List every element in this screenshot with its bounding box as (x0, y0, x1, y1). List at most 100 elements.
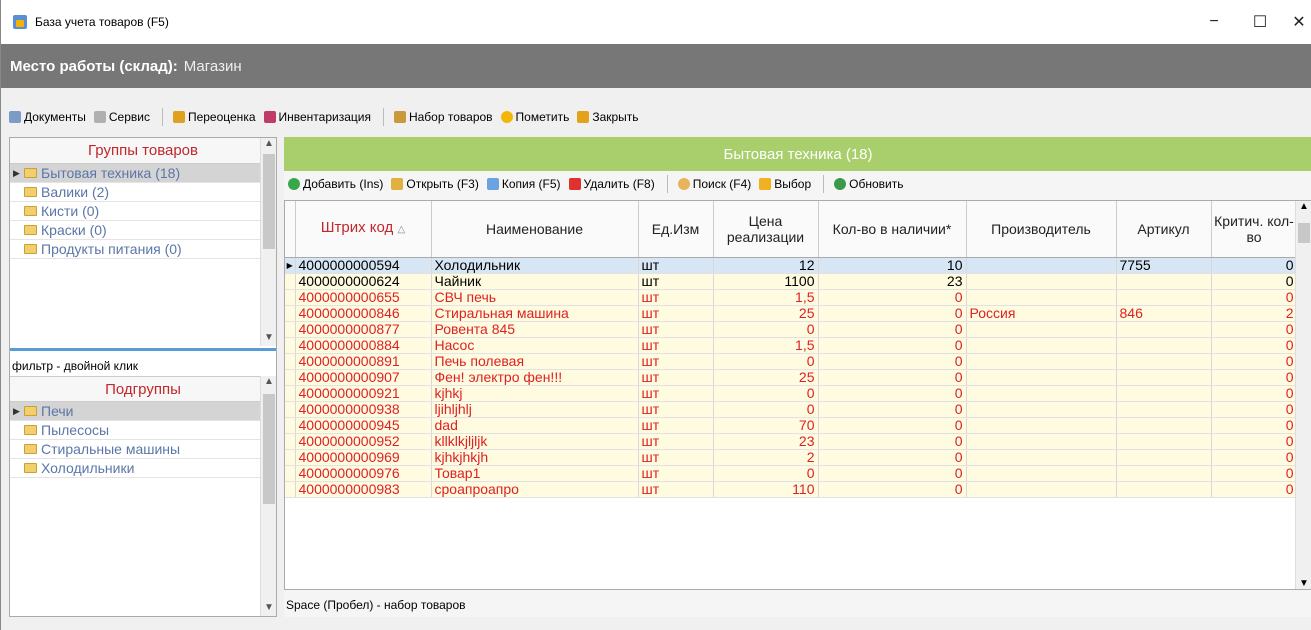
revaluation-button[interactable]: Переоценка (172, 110, 256, 124)
mark-button[interactable]: Пометить (500, 110, 569, 124)
cell-barcode[interactable]: 4000000000877 (295, 321, 432, 338)
cell-maker[interactable] (966, 337, 1117, 354)
cell-article[interactable] (1116, 481, 1212, 498)
cell-article[interactable] (1116, 337, 1212, 354)
cell-price[interactable]: 110 (713, 481, 819, 498)
column-header-name[interactable]: Наименование (431, 201, 639, 258)
cell-barcode[interactable]: 4000000000976 (295, 465, 432, 482)
table-row[interactable]: 4000000000969 kjhkjhkjh шт 2 0 0 (285, 449, 1298, 466)
cell-barcode[interactable]: 4000000000945 (295, 417, 432, 434)
cell-barcode[interactable]: 4000000000907 (295, 369, 432, 386)
table-row[interactable]: 4000000000624 Чайник шт 1100 23 0 (285, 273, 1298, 290)
cell-qty[interactable]: 0 (818, 305, 967, 322)
cell-qty[interactable]: 0 (818, 289, 967, 306)
group-item[interactable]: Валики (2) (10, 183, 276, 202)
scroll-down-icon[interactable]: ▼ (261, 332, 277, 346)
close-button[interactable]: Закрыть (577, 110, 639, 124)
cell-barcode[interactable]: 4000000000938 (295, 401, 432, 418)
cell-qty[interactable]: 0 (818, 417, 967, 434)
refresh-button[interactable]: Обновить (834, 177, 904, 191)
cell-barcode[interactable]: 4000000000952 (295, 433, 432, 450)
cell-unit[interactable]: шт (638, 257, 714, 274)
table-row[interactable]: ▶ 4000000000594 Холодильник шт 12 10 7755 0 (285, 257, 1298, 274)
cell-name[interactable]: Товар1 (431, 465, 639, 482)
cell-critical[interactable]: 0 (1211, 385, 1298, 402)
cell-critical[interactable]: 0 (1211, 433, 1298, 450)
cell-qty[interactable]: 23 (818, 273, 967, 290)
cell-article[interactable]: 7755 (1116, 257, 1212, 274)
cell-barcode[interactable]: 4000000000884 (295, 337, 432, 354)
cell-price[interactable]: 1100 (713, 273, 819, 290)
inventory-button[interactable]: Инвентаризация (263, 110, 371, 124)
table-row[interactable]: 4000000000884 Насос шт 1,5 0 0 (285, 337, 1298, 354)
cell-critical[interactable]: 0 (1211, 401, 1298, 418)
cell-unit[interactable]: шт (638, 417, 714, 434)
cell-barcode[interactable]: 4000000000594 (295, 257, 432, 274)
cell-unit[interactable]: шт (638, 305, 714, 322)
cell-barcode[interactable]: 4000000000891 (295, 353, 432, 370)
cell-critical[interactable]: 0 (1211, 353, 1298, 370)
table-row[interactable]: 4000000000983 сроапроапро шт 110 0 0 (285, 481, 1298, 498)
scroll-down-icon[interactable]: ▼ (261, 602, 277, 616)
subgroup-item[interactable]: Холодильники (10, 459, 276, 478)
cell-qty[interactable]: 0 (818, 465, 967, 482)
cell-maker[interactable] (966, 353, 1117, 370)
scroll-up-icon[interactable]: ▲ (261, 138, 277, 152)
column-header-maker[interactable]: Производитель (966, 201, 1117, 258)
cell-price[interactable]: 25 (713, 305, 819, 322)
cell-critical[interactable]: 0 (1211, 465, 1298, 482)
column-header-price[interactable]: Цена реализации (713, 201, 819, 258)
cell-name[interactable]: Холодильник (431, 257, 639, 274)
cell-maker[interactable] (966, 257, 1117, 274)
cell-price[interactable]: 1,5 (713, 337, 819, 354)
cell-price[interactable]: 25 (713, 369, 819, 386)
cell-maker[interactable] (966, 449, 1117, 466)
cell-maker[interactable] (966, 417, 1117, 434)
scroll-thumb[interactable] (263, 154, 275, 249)
cell-qty[interactable]: 0 (818, 353, 967, 370)
search-button[interactable]: Поиск (F4) (677, 177, 751, 191)
cell-qty[interactable]: 10 (818, 257, 967, 274)
table-row[interactable]: 4000000000655 СВЧ печь шт 1,5 0 0 (285, 289, 1298, 306)
cell-maker[interactable] (966, 465, 1117, 482)
cell-name[interactable]: сроапроапро (431, 481, 639, 498)
cell-article[interactable] (1116, 465, 1212, 482)
table-row[interactable]: 4000000000891 Печь полевая шт 0 0 0 (285, 353, 1298, 370)
cell-article[interactable] (1116, 449, 1212, 466)
cell-qty[interactable]: 0 (818, 321, 967, 338)
cell-name[interactable]: kjhkj (431, 385, 639, 402)
goods-set-button[interactable]: Набор товаров (393, 110, 493, 124)
table-row[interactable]: 4000000000907 Фен! электро фен!!! шт 25 0 0 (285, 369, 1298, 386)
cell-barcode[interactable]: 4000000000846 (295, 305, 432, 322)
cell-name[interactable]: kjhkjhkjh (431, 449, 639, 466)
cell-maker[interactable] (966, 273, 1117, 290)
cell-critical[interactable]: 0 (1211, 273, 1298, 290)
column-header-article[interactable]: Артикул (1116, 201, 1212, 258)
service-button[interactable]: Сервис (93, 110, 150, 124)
scroll-down-icon[interactable]: ▼ (1296, 578, 1311, 589)
cell-price[interactable]: 70 (713, 417, 819, 434)
cell-price[interactable]: 23 (713, 433, 819, 450)
cell-qty[interactable]: 0 (818, 369, 967, 386)
delete-button[interactable]: Удалить (F8) (568, 177, 655, 191)
minimize-button[interactable]: − (1191, 0, 1237, 44)
cell-article[interactable] (1116, 321, 1212, 338)
cell-unit[interactable]: шт (638, 449, 714, 466)
cell-barcode[interactable]: 4000000000983 (295, 481, 432, 498)
cell-name[interactable]: kllklkjljljk (431, 433, 639, 450)
cell-price[interactable]: 0 (713, 353, 819, 370)
cell-name[interactable]: Чайник (431, 273, 639, 290)
cell-unit[interactable]: шт (638, 433, 714, 450)
cell-critical[interactable]: 0 (1211, 337, 1298, 354)
workplace-value[interactable]: Магазин (184, 58, 242, 75)
column-header-qty[interactable]: Кол-во в наличии* (818, 201, 967, 258)
documents-button[interactable]: Документы (9, 110, 86, 124)
table-row[interactable]: 4000000000877 Ровента 845 шт 0 0 0 (285, 321, 1298, 338)
open-button[interactable]: Открыть (F3) (391, 177, 479, 191)
cell-qty[interactable]: 0 (818, 481, 967, 498)
panel-splitter[interactable] (10, 348, 276, 351)
cell-price[interactable]: 0 (713, 321, 819, 338)
column-header-barcode[interactable]: Штрих код △ (295, 201, 432, 258)
cell-qty[interactable]: 0 (818, 449, 967, 466)
group-item[interactable]: Продукты питания (0) (10, 240, 276, 259)
